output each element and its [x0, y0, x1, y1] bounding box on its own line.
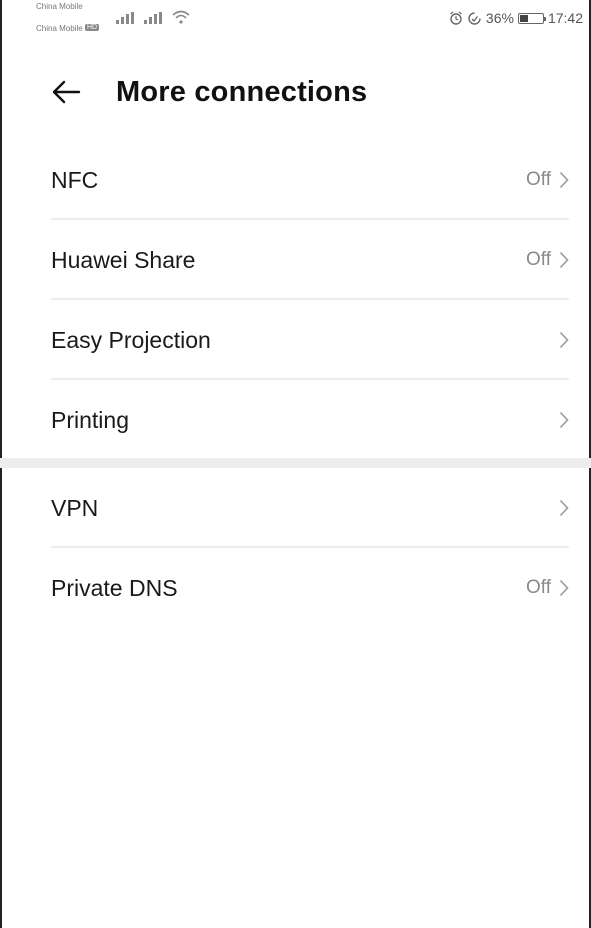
vpn-status	[559, 499, 569, 517]
huawei-share-row[interactable]: Huawei Share Off	[0, 220, 591, 300]
signal-icon	[116, 12, 134, 24]
easy-projection-label: Easy Projection	[51, 326, 211, 353]
nfc-row[interactable]: NFC Off	[0, 140, 591, 220]
carrier-1-label: China Mobile	[36, 2, 83, 11]
vpn-row[interactable]: VPN	[0, 468, 591, 548]
back-button[interactable]	[44, 70, 88, 114]
battery-icon	[517, 12, 546, 24]
printing-row[interactable]: Printing	[0, 380, 591, 460]
section-separator	[0, 458, 591, 468]
carrier-info: China Mobile China Mobile HD	[34, 0, 234, 40]
chevron-right-icon	[559, 171, 569, 189]
nfc-status: Off	[526, 169, 569, 191]
vpn-label: VPN	[51, 494, 99, 521]
wifi-icon	[172, 10, 190, 24]
private-dns-status: Off	[526, 577, 569, 599]
chevron-right-icon	[559, 499, 569, 517]
battery-fill	[519, 14, 528, 22]
easy-projection-row[interactable]: Easy Projection	[0, 300, 591, 380]
carrier-2-label: China Mobile	[36, 24, 83, 33]
connections-group-1: NFC Off Huawei Share Off Easy Projection	[0, 140, 591, 460]
chevron-right-icon	[559, 579, 569, 597]
clock: 17:42	[547, 10, 583, 26]
nfc-value: Off	[526, 169, 551, 190]
hd-badge: HD	[85, 24, 100, 31]
page-title: More connections	[116, 75, 368, 108]
chevron-right-icon	[559, 331, 569, 349]
printing-status	[559, 411, 569, 429]
private-dns-label: Private DNS	[51, 574, 178, 601]
alarm-icon	[450, 11, 462, 25]
battery-percent: 36%	[485, 10, 514, 26]
easy-projection-status	[559, 331, 569, 349]
chevron-right-icon	[559, 251, 569, 269]
nfc-label: NFC	[51, 166, 99, 193]
signal-icon	[144, 12, 162, 24]
huawei-share-label: Huawei Share	[51, 246, 196, 273]
app-header: More connections	[0, 62, 591, 122]
status-right: 36% 17:42	[449, 10, 583, 26]
battery-tip	[543, 16, 546, 21]
private-dns-row[interactable]: Private DNS Off	[0, 548, 591, 628]
status-bar: China Mobile China Mobile HD 36% 17:42	[34, 0, 583, 40]
private-dns-value: Off	[526, 577, 551, 598]
printing-label: Printing	[51, 406, 129, 433]
data-saver-icon	[468, 11, 481, 25]
huawei-share-status: Off	[526, 249, 569, 271]
arrow-left-icon	[52, 80, 81, 104]
huawei-share-value: Off	[526, 249, 551, 270]
signal-indicators	[116, 10, 190, 24]
connections-group-2: VPN Private DNS Off	[0, 468, 591, 628]
chevron-right-icon	[559, 411, 569, 429]
